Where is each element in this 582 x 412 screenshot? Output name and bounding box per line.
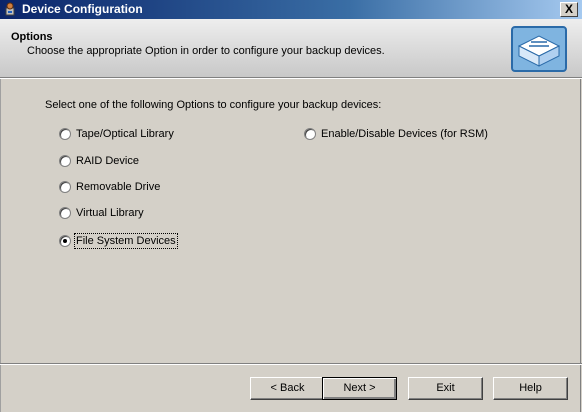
help-button[interactable]: Help: [493, 377, 568, 400]
window-title: Device Configuration: [22, 2, 143, 16]
header-title: Options: [11, 31, 53, 43]
radio-label: Removable Drive: [76, 181, 161, 193]
app-icon: [5, 2, 15, 16]
radio-label: Tape/Optical Library: [76, 128, 174, 140]
radio-button-icon[interactable]: [304, 128, 316, 140]
radio-button-icon[interactable]: [59, 181, 71, 193]
exit-button[interactable]: Exit: [408, 377, 483, 400]
radio-tape-optical-library[interactable]: Tape/Optical Library: [59, 126, 174, 142]
title-bar: Device Configuration X: [0, 0, 582, 19]
radio-raid-device[interactable]: RAID Device: [59, 153, 139, 169]
radio-label: Enable/Disable Devices (for RSM): [321, 128, 488, 140]
radio-label: RAID Device: [76, 155, 139, 167]
header-divider-highlight: [0, 78, 582, 79]
radio-file-system-devices[interactable]: File System Devices: [59, 233, 178, 249]
footer-divider-highlight: [0, 364, 582, 365]
radio-label: Virtual Library: [76, 207, 144, 219]
radio-button-icon[interactable]: [59, 128, 71, 140]
close-button[interactable]: X: [560, 2, 578, 17]
wizard-header: Options Choose the appropriate Option in…: [0, 19, 582, 77]
radio-virtual-library[interactable]: Virtual Library: [59, 205, 144, 221]
radio-button-icon[interactable]: [59, 155, 71, 167]
back-button[interactable]: < Back: [250, 377, 325, 400]
radio-label: File System Devices: [74, 233, 178, 249]
options-prompt: Select one of the following Options to c…: [45, 99, 382, 111]
radio-button-selected-icon[interactable]: [59, 235, 71, 247]
radio-enable-disable-devices[interactable]: Enable/Disable Devices (for RSM): [304, 126, 488, 142]
radio-removable-drive[interactable]: Removable Drive: [59, 179, 160, 195]
next-button[interactable]: Next >: [322, 377, 397, 400]
header-subtitle: Choose the appropriate Option in order t…: [27, 45, 385, 57]
radio-button-icon[interactable]: [59, 207, 71, 219]
device-configuration-window: Device Configuration X Options Choose th…: [0, 0, 582, 412]
backup-device-icon: [511, 26, 567, 72]
